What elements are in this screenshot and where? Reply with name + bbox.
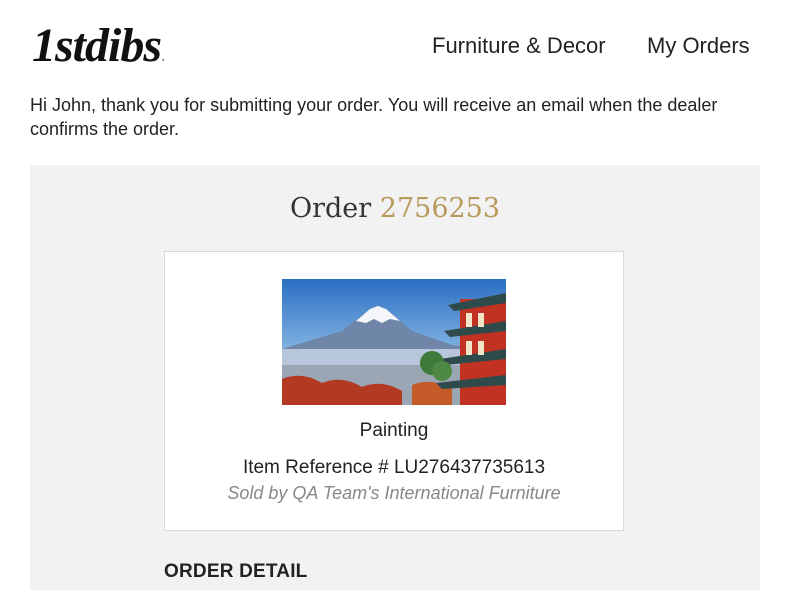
nav-my-orders[interactable]: My Orders	[647, 32, 750, 60]
order-label: Order	[289, 193, 372, 224]
header: 1stdibs. Furniture & Decor My Orders	[0, 0, 792, 80]
order-panel: Order 2756253 Painting Item Reference # …	[30, 165, 760, 590]
confirmation-message: Hi John, thank you for submitting your o…	[30, 95, 718, 139]
logo[interactable]: 1stdibs.	[32, 20, 165, 84]
order-title: Order 2756253	[30, 193, 760, 224]
item-card: Painting Item Reference # LU276437735613…	[164, 251, 624, 531]
order-detail-heading: ORDER DETAIL	[164, 561, 308, 582]
order-number[interactable]: 2756253	[380, 193, 500, 224]
item-name[interactable]: Painting	[165, 420, 623, 442]
item-seller: Sold by QA Team's International Furnitur…	[227, 483, 561, 503]
item-reference: Item Reference # LU276437735613	[242, 457, 546, 478]
item-image[interactable]	[282, 279, 506, 405]
nav-furniture-decor[interactable]: Furniture & Decor	[432, 32, 606, 60]
